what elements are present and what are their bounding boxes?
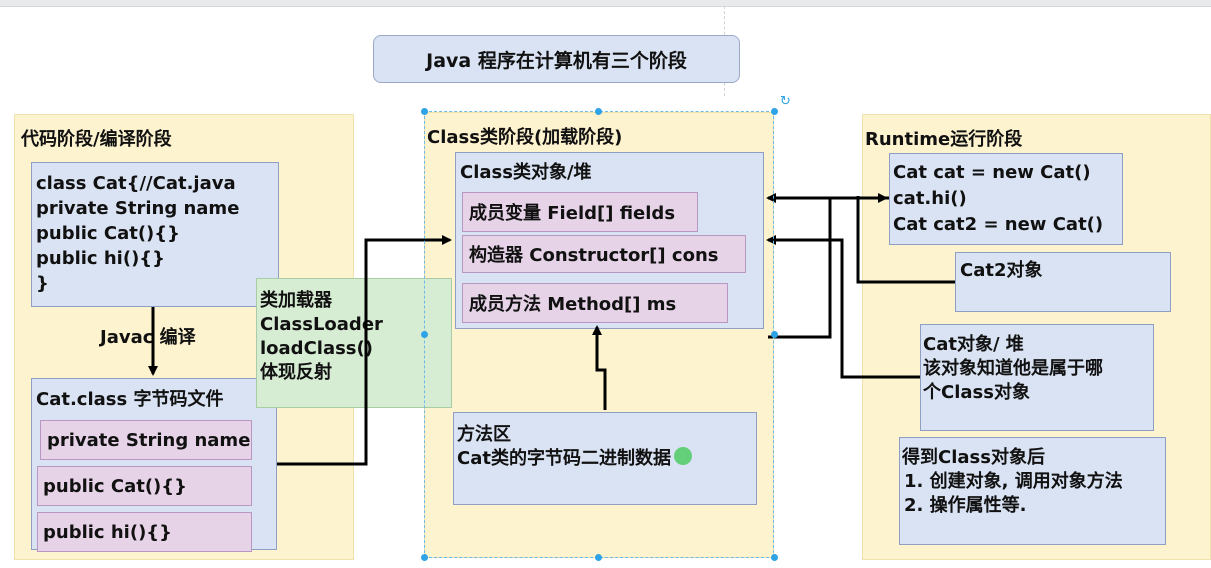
pointer-highlight <box>674 447 692 465</box>
resize-handle[interactable] <box>421 108 428 115</box>
connector-layer <box>148 193 955 466</box>
method-area-arrow <box>592 325 607 410</box>
resize-handle[interactable] <box>771 331 778 338</box>
resize-handle[interactable] <box>421 554 428 561</box>
cat2-to-class-arrow <box>856 196 955 284</box>
class-to-cat-arrow <box>768 198 832 339</box>
resize-handle[interactable] <box>771 108 778 115</box>
resize-handle[interactable] <box>595 108 602 115</box>
resize-handle[interactable] <box>771 554 778 561</box>
load-arrow <box>277 235 452 466</box>
resize-handle[interactable] <box>421 331 428 338</box>
resize-handle[interactable] <box>595 554 602 561</box>
cat-object-to-class-arrow <box>766 235 920 379</box>
rotate-handle-icon[interactable]: ↻ <box>780 94 791 109</box>
